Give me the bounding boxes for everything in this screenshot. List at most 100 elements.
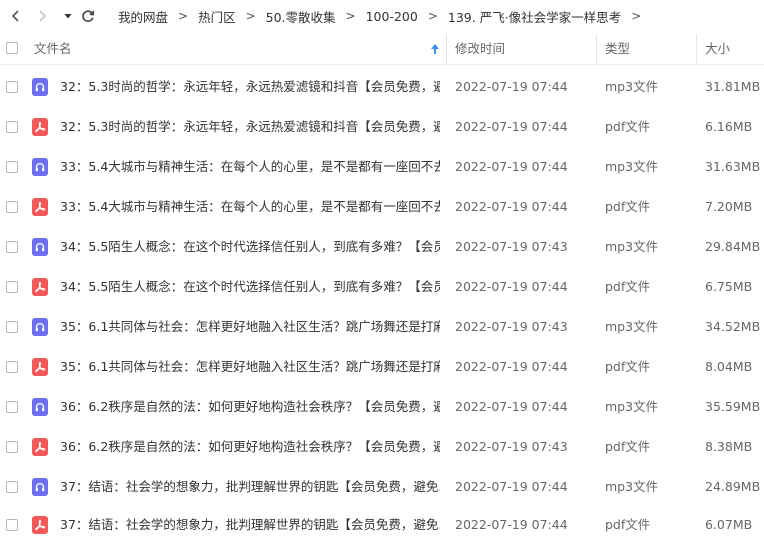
column-divider[interactable] — [596, 34, 597, 64]
file-row[interactable]: 37：结语：社会学的想象力，批判理解世界的钥匙【会员免费，避免... 2022-… — [0, 505, 764, 545]
breadcrumb: 我的网盘 > 热门区 > 50.零散收集 > 100-200 > 139. 严飞… — [112, 0, 645, 32]
refresh-icon — [82, 10, 95, 22]
column-divider[interactable] — [446, 34, 447, 64]
file-modified-time: 2022-07-19 07:43 — [455, 319, 568, 334]
file-row[interactable]: 32：5.3时尚的哲学：永远年轻，永远热爱滤镜和抖音【会员免费，避... 202… — [0, 107, 764, 147]
breadcrumb-item-current-folder[interactable]: 139. 严飞·像社会学家一样思考 — [442, 7, 627, 26]
file-name[interactable]: 34：5.5陌生人概念：在这个时代选择信任别人，到底有多难？【会员... — [60, 267, 440, 307]
file-modified-time: 2022-07-19 07:44 — [455, 517, 568, 532]
row-checkbox[interactable] — [6, 161, 18, 173]
file-row[interactable]: 35：6.1共同体与社会：怎样更好地融入社区生活？跳广场舞还是打麻... 202… — [0, 347, 764, 387]
file-size: 7.20MB — [705, 199, 753, 214]
file-type: pdf文件 — [605, 439, 651, 454]
file-row[interactable]: 36：6.2秩序是自然的法：如何更好地构造社会秩序？【会员免费，避... 202… — [0, 387, 764, 427]
back-button[interactable] — [4, 4, 28, 28]
file-name[interactable]: 33：5.4大城市与精神生活：在每个人的心里，是不是都有一座回不去... — [60, 187, 440, 227]
breadcrumb-item-misc-collection[interactable]: 50.零散收集 — [260, 7, 342, 26]
chevron-left-icon — [11, 10, 19, 22]
file-modified-time: 2022-07-19 07:44 — [455, 399, 568, 414]
file-name[interactable]: 35：6.1共同体与社会：怎样更好地融入社区生活？跳广场舞还是打麻... — [60, 307, 440, 347]
row-checkbox[interactable] — [6, 519, 18, 531]
column-divider[interactable] — [696, 34, 697, 64]
file-name[interactable]: 33：5.4大城市与精神生活：在每个人的心里，是不是都有一座回不去... — [60, 147, 440, 187]
file-name[interactable]: 36：6.2秩序是自然的法：如何更好地构造社会秩序？【会员免费，避... — [60, 387, 440, 427]
file-row[interactable]: 34：5.5陌生人概念：在这个时代选择信任别人，到底有多难？【会员... 202… — [0, 267, 764, 307]
row-checkbox[interactable] — [6, 81, 18, 93]
file-type: pdf文件 — [605, 199, 651, 214]
sort-ascending-icon[interactable] — [430, 43, 440, 55]
file-modified-time: 2022-07-19 07:44 — [455, 359, 568, 374]
file-modified-time: 2022-07-19 07:43 — [455, 239, 568, 254]
column-header-type[interactable]: 类型 — [605, 34, 630, 64]
file-type: pdf文件 — [605, 279, 651, 294]
pdf-icon — [32, 516, 48, 534]
select-all-checkbox[interactable] — [6, 42, 18, 54]
file-name[interactable]: 32：5.3时尚的哲学：永远年轻，永远热爱滤镜和抖音【会员免费，避... — [60, 67, 440, 107]
file-list-header: 文件名 修改时间 类型 大小 — [0, 34, 764, 65]
forward-button[interactable] — [30, 4, 54, 28]
file-row[interactable]: 37：结语：社会学的想象力，批判理解世界的钥匙【会员免费，避免... 2022-… — [0, 467, 764, 507]
breadcrumb-separator: > — [178, 9, 189, 23]
file-size: 31.81MB — [705, 79, 761, 94]
file-row[interactable]: 35：6.1共同体与社会：怎样更好地融入社区生活？跳广场舞还是打麻... 202… — [0, 307, 764, 347]
headphones-icon — [32, 158, 48, 176]
file-row[interactable]: 32：5.3时尚的哲学：永远年轻，永远热爱滤镜和抖音【会员免费，避... 202… — [0, 67, 764, 107]
file-modified-time: 2022-07-19 07:44 — [455, 199, 568, 214]
file-type: pdf文件 — [605, 119, 651, 134]
row-checkbox[interactable] — [6, 201, 18, 213]
file-name[interactable]: 35：6.1共同体与社会：怎样更好地融入社区生活？跳广场舞还是打麻... — [60, 347, 440, 387]
pdf-icon — [32, 358, 48, 376]
file-row[interactable]: 36：6.2秩序是自然的法：如何更好地构造社会秩序？【会员免费，避... 202… — [0, 427, 764, 467]
file-row[interactable]: 33：5.4大城市与精神生活：在每个人的心里，是不是都有一座回不去... 202… — [0, 187, 764, 227]
refresh-button[interactable] — [76, 4, 100, 28]
file-name[interactable]: 37：结语：社会学的想象力，批判理解世界的钥匙【会员免费，避免... — [60, 467, 440, 507]
pdf-icon — [32, 438, 48, 456]
breadcrumb-item-hot-zone[interactable]: 热门区 — [192, 7, 242, 26]
row-checkbox[interactable] — [6, 241, 18, 253]
breadcrumb-separator: > — [345, 9, 356, 23]
file-type: mp3文件 — [605, 399, 659, 414]
headphones-icon — [32, 238, 48, 256]
file-type: pdf文件 — [605, 359, 651, 374]
row-checkbox[interactable] — [6, 121, 18, 133]
file-modified-time: 2022-07-19 07:44 — [455, 479, 568, 494]
row-checkbox[interactable] — [6, 281, 18, 293]
column-header-name[interactable]: 文件名 — [34, 34, 72, 64]
pdf-icon — [32, 198, 48, 216]
pdf-icon — [32, 118, 48, 136]
row-checkbox[interactable] — [6, 481, 18, 493]
column-header-modified[interactable]: 修改时间 — [455, 34, 505, 64]
breadcrumb-separator: > — [245, 9, 256, 23]
file-name[interactable]: 34：5.5陌生人概念：在这个时代选择信任别人，到底有多难？【会员... — [60, 227, 440, 267]
file-modified-time: 2022-07-19 07:43 — [455, 439, 568, 454]
file-name[interactable]: 32：5.3时尚的哲学：永远年轻，永远热爱滤镜和抖音【会员免费，避... — [60, 107, 440, 147]
row-checkbox[interactable] — [6, 321, 18, 333]
file-modified-time: 2022-07-19 07:44 — [455, 119, 568, 134]
file-name[interactable]: 37：结语：社会学的想象力，批判理解世界的钥匙【会员免费，避免... — [60, 505, 440, 545]
file-row[interactable]: 33：5.4大城市与精神生活：在每个人的心里，是不是都有一座回不去... 202… — [0, 147, 764, 187]
file-name[interactable]: 36：6.2秩序是自然的法：如何更好地构造社会秩序？【会员免费，避... — [60, 427, 440, 467]
file-size: 8.04MB — [705, 359, 753, 374]
row-checkbox[interactable] — [6, 401, 18, 413]
file-size: 6.16MB — [705, 119, 753, 134]
file-type: pdf文件 — [605, 517, 651, 532]
file-type: mp3文件 — [605, 239, 659, 254]
headphones-icon — [32, 478, 48, 496]
breadcrumb-separator: > — [427, 9, 438, 23]
file-modified-time: 2022-07-19 07:44 — [455, 79, 568, 94]
chevron-right-icon — [39, 10, 47, 22]
row-checkbox[interactable] — [6, 441, 18, 453]
file-size: 8.38MB — [705, 439, 753, 454]
breadcrumb-item-100-200[interactable]: 100-200 — [360, 9, 424, 24]
file-modified-time: 2022-07-19 07:44 — [455, 279, 568, 294]
file-type: mp3文件 — [605, 159, 659, 174]
row-checkbox[interactable] — [6, 361, 18, 373]
breadcrumb-item-my-netdisk[interactable]: 我的网盘 — [112, 7, 174, 26]
column-header-size[interactable]: 大小 — [705, 34, 730, 64]
file-row[interactable]: 34：5.5陌生人概念：在这个时代选择信任别人，到底有多难？【会员... 202… — [0, 227, 764, 267]
caret-down-icon — [64, 14, 72, 19]
file-size: 29.84MB — [705, 239, 761, 254]
file-size: 35.59MB — [705, 399, 761, 414]
file-type: mp3文件 — [605, 79, 659, 94]
headphones-icon — [32, 78, 48, 96]
